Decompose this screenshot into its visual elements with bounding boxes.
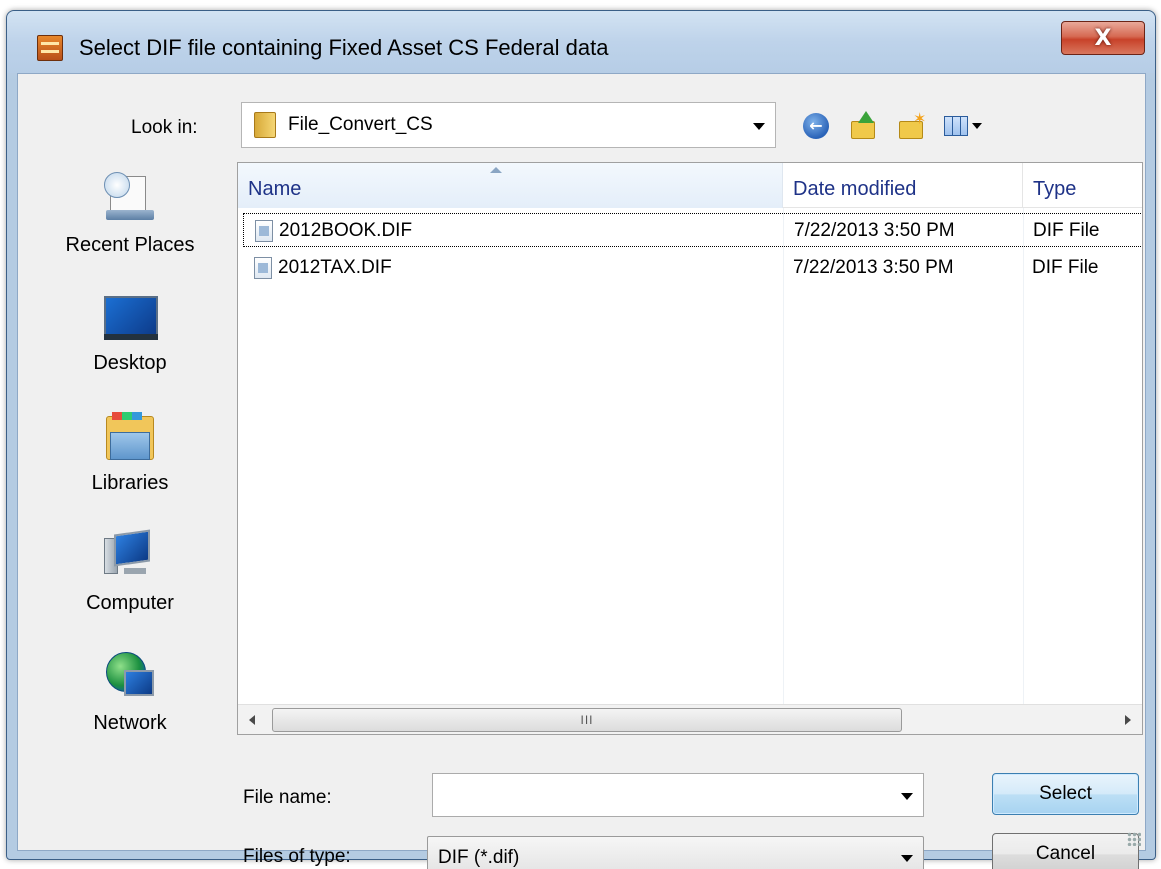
views-menu-icon — [944, 111, 992, 141]
select-button[interactable]: Select — [992, 773, 1139, 815]
recent-places-icon — [102, 172, 158, 228]
views-menu-button[interactable] — [942, 108, 994, 144]
scroll-right-button[interactable] — [1114, 705, 1142, 734]
place-label: Computer — [86, 592, 174, 614]
horizontal-scrollbar[interactable]: III — [238, 704, 1142, 734]
dialog-window: Select DIF file containing Fixed Asset C… — [6, 10, 1156, 869]
file-type-select[interactable]: DIF (*.dif) — [427, 836, 924, 869]
place-label: Desktop — [93, 352, 167, 374]
file-list[interactable]: Name Date modified Type 2012BOOK.DIF 7/2… — [237, 162, 1143, 735]
look-in-value: File_Convert_CS — [288, 114, 433, 135]
place-label: Network — [93, 712, 167, 734]
new-folder-button[interactable]: ✶ — [894, 108, 930, 144]
place-desktop[interactable]: Desktop — [32, 290, 228, 375]
scroll-left-icon — [249, 715, 255, 725]
place-label: Libraries — [91, 472, 169, 494]
file-row[interactable]: 2012BOOK.DIF 7/22/2013 3:50 PM DIF File — [243, 213, 1142, 247]
file-name-combo[interactable] — [432, 773, 924, 817]
place-network[interactable]: Network — [32, 650, 228, 735]
window-title: Select DIF file containing Fixed Asset C… — [79, 35, 609, 60]
column-header-date-modified[interactable]: Date modified — [783, 163, 1023, 208]
places-bar: Recent Places Desktop Libraries Computer… — [32, 162, 228, 768]
back-button[interactable]: ← — [798, 108, 834, 144]
resize-grip[interactable] — [1127, 832, 1141, 846]
column-header-name[interactable]: Name — [238, 163, 783, 208]
place-libraries[interactable]: Libraries — [32, 410, 228, 495]
cancel-button[interactable]: Cancel — [992, 833, 1139, 869]
chevron-down-icon[interactable] — [901, 855, 913, 862]
scroll-right-icon — [1125, 715, 1131, 725]
column-header-type[interactable]: Type — [1023, 163, 1142, 208]
network-icon — [102, 650, 158, 706]
file-date-modified: 7/22/2013 3:50 PM — [793, 257, 954, 278]
navigation-toolbar: ← ✶ — [798, 106, 994, 146]
file-type: DIF File — [1033, 220, 1100, 241]
scroll-left-button[interactable] — [238, 705, 266, 734]
new-folder-icon: ✶ — [897, 109, 927, 141]
dialog-client: Look in: File_Convert_CS ← ✶ Recent Plac… — [17, 73, 1146, 869]
file-row[interactable]: 2012TAX.DIF 7/22/2013 3:50 PM DIF File — [238, 251, 1142, 285]
computer-icon — [102, 529, 158, 586]
look-in-label: Look in: — [131, 117, 198, 138]
title-bar[interactable]: Select DIF file containing Fixed Asset C… — [7, 11, 1155, 73]
back-arrow-icon: ← — [803, 113, 829, 139]
close-button[interactable]: X — [1061, 21, 1145, 55]
file-icon — [254, 257, 272, 279]
chevron-down-icon — [972, 123, 982, 129]
place-label: Recent Places — [65, 234, 195, 256]
up-folder-icon — [849, 111, 879, 141]
file-icon — [255, 220, 273, 242]
file-name-input[interactable] — [439, 780, 879, 810]
look-in-dropdown[interactable]: File_Convert_CS — [241, 102, 776, 148]
close-icon: X — [1094, 25, 1112, 51]
place-recent-places[interactable]: Recent Places — [32, 172, 228, 257]
desktop-icon — [102, 290, 158, 346]
scroll-thumb[interactable]: III — [272, 708, 902, 732]
file-name: 2012TAX.DIF — [278, 257, 392, 278]
libraries-icon — [102, 410, 158, 466]
scroll-grip-icon: III — [580, 713, 594, 727]
file-type: DIF File — [1032, 257, 1099, 278]
place-computer[interactable]: Computer — [32, 529, 228, 615]
chevron-down-icon[interactable] — [753, 123, 765, 130]
file-name: 2012BOOK.DIF — [279, 220, 413, 241]
file-type-label: Files of type: — [243, 846, 351, 867]
chevron-down-icon[interactable] — [901, 793, 913, 800]
up-one-level-button[interactable] — [846, 108, 882, 144]
column-header-row: Name Date modified Type — [238, 163, 1142, 208]
sort-ascending-icon — [490, 167, 502, 173]
folder-icon — [254, 112, 276, 138]
asset-keeper-pro-icon — [37, 35, 63, 61]
file-name-label: File name: — [243, 787, 332, 808]
file-type-value: DIF (*.dif) — [438, 847, 520, 868]
file-date-modified: 7/22/2013 3:50 PM — [794, 220, 955, 241]
